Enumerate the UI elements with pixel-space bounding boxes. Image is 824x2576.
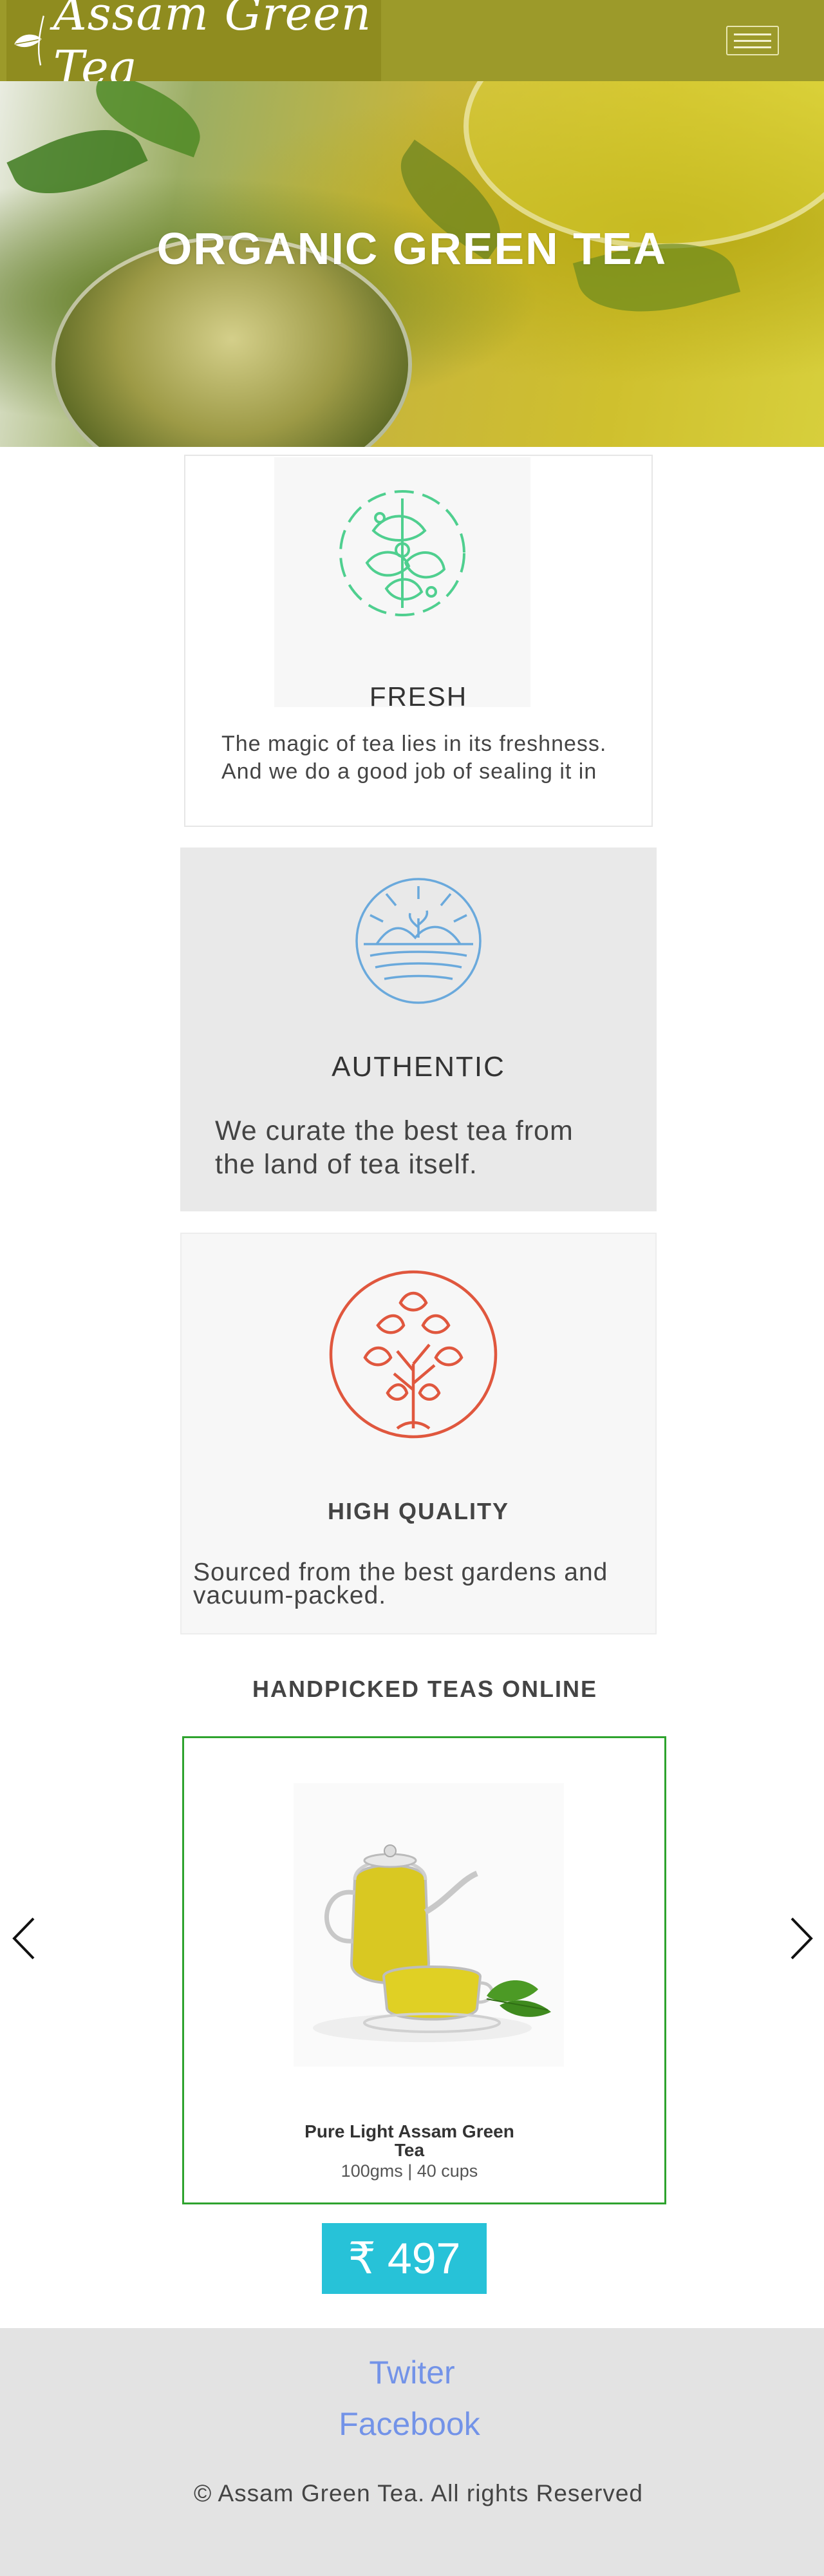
feature-description-line: We curate the best tea from	[215, 1115, 574, 1146]
hero-title: ORGANIC GREEN TEA	[156, 223, 668, 274]
feature-description-line: vacuum-packed.	[193, 1582, 387, 1609]
floral-circle-icon	[339, 490, 465, 616]
product-size: 100gms | 40 cups	[341, 2161, 478, 2181]
footer: Twiter Facebook © Assam Green Tea. All r…	[0, 2328, 824, 2576]
product-name-line: Pure Light Assam Green	[304, 2121, 514, 2141]
feature-title: AUTHENTIC	[332, 1051, 505, 1083]
price-value: 497	[387, 2234, 461, 2283]
feature-description-line: And we do a good job of sealing it in	[221, 759, 597, 784]
tea-garden-sunrise-icon	[355, 878, 482, 1004]
tree-circle-icon	[329, 1270, 498, 1439]
product-name-line: Tea	[394, 2140, 425, 2160]
feature-description-line: The magic of tea lies in its freshness.	[221, 732, 607, 756]
feature-card-high-quality: HIGH QUALITY Sourced from the best garde…	[180, 1233, 657, 1634]
rupee-icon: ₹	[348, 2233, 376, 2283]
product-image	[294, 1783, 564, 2067]
teapot-image	[313, 1844, 551, 2042]
menu-bar	[734, 39, 771, 42]
copyright-text: © Assam Green Tea. All rights Reserved	[194, 2480, 643, 2506]
chevron-right-icon[interactable]	[789, 1916, 815, 1961]
product-card[interactable]: Pure Light Assam Green Tea 100gms | 40 c…	[182, 1736, 666, 2204]
feature-title: HIGH QUALITY	[328, 1498, 509, 1524]
feature-card-fresh: FRESH The magic of tea lies in its fresh…	[184, 455, 653, 827]
chevron-left-icon[interactable]	[10, 1916, 36, 1961]
feature-card-authentic: AUTHENTIC We curate the best tea from th…	[180, 848, 657, 1211]
feature-title: FRESH	[369, 681, 468, 712]
brand-name: Assam Green Tea	[53, 0, 372, 95]
feature-icon-wrap	[274, 457, 530, 707]
navbar: Assam Green Tea	[0, 0, 824, 95]
facebook-link[interactable]: Facebook	[0, 2405, 821, 2443]
price-button[interactable]: ₹ 497	[322, 2223, 487, 2294]
hamburger-menu-button[interactable]	[726, 26, 779, 55]
feature-description-line: the land of tea itself.	[215, 1149, 478, 1180]
products-heading: HANDPICKED TEAS ONLINE	[252, 1676, 598, 1702]
leaf-icon	[14, 15, 44, 66]
twitter-link[interactable]: Twiter	[0, 2354, 824, 2391]
menu-bar	[734, 46, 771, 48]
hero-banner: ORGANIC GREEN TEA	[0, 81, 824, 447]
menu-bar	[734, 33, 771, 35]
brand-logo[interactable]: Assam Green Tea	[6, 0, 381, 95]
